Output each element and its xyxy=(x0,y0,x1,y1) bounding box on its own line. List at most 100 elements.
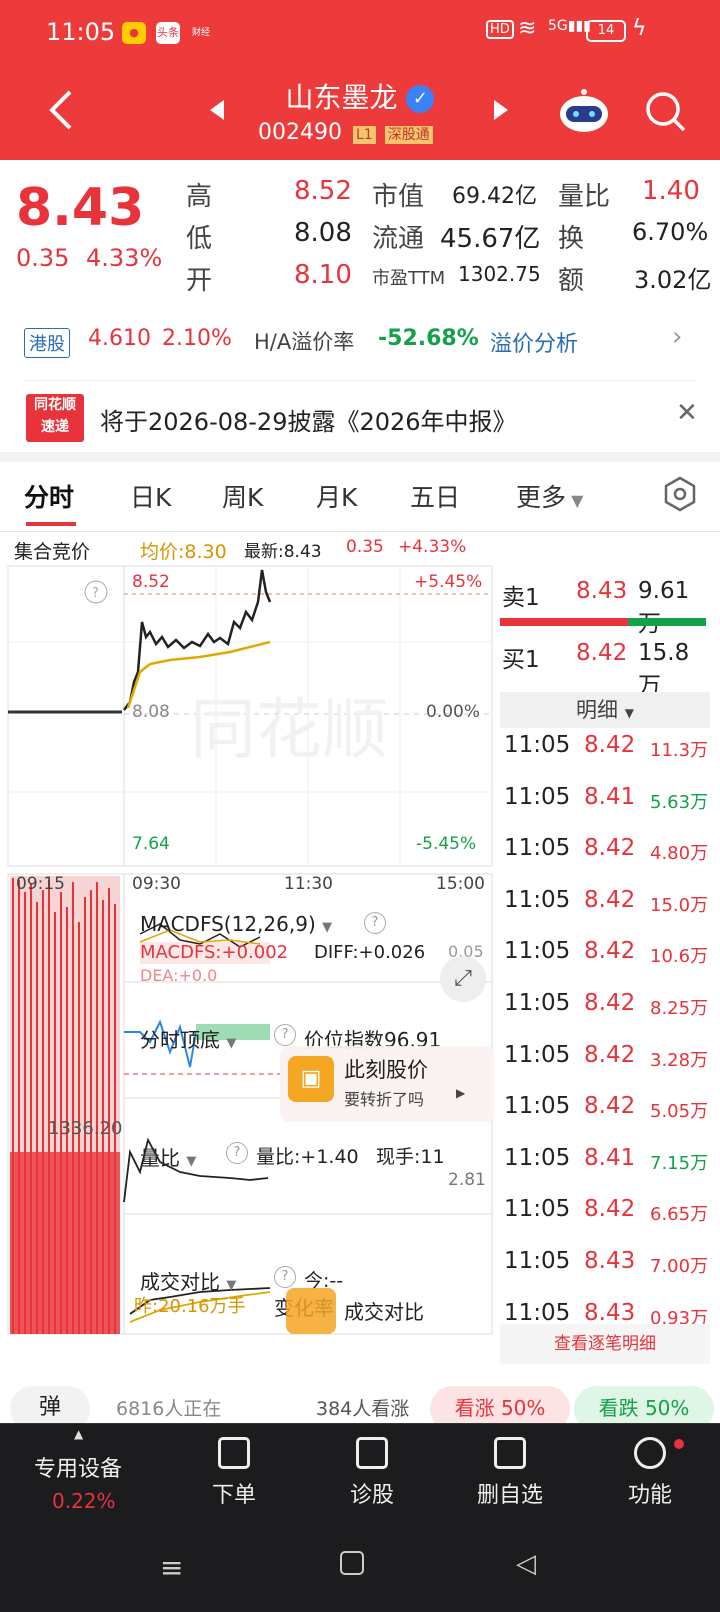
tick-volume: 8.25万 xyxy=(650,998,709,1019)
sell-bar xyxy=(500,618,628,626)
axis-low: 7.64 xyxy=(132,834,170,854)
turning-point-promo[interactable]: ▣ 此刻股价 要转折了吗 ▶ xyxy=(280,1046,494,1122)
tick-time: 11:05 xyxy=(504,1248,571,1274)
volume-axis-value: 1336.20 xyxy=(48,1118,123,1139)
watermark: 同花顺 xyxy=(190,691,388,768)
tick-price: 8.42 xyxy=(584,1093,636,1120)
tab-five-day[interactable]: 五日 xyxy=(410,478,460,514)
volume-ratio-select[interactable]: 量比 ▼ xyxy=(140,1142,196,1171)
volume-ratio-axis: 2.81 xyxy=(448,1170,486,1190)
hk-premium-row[interactable]: 港股 4.610 2.10% H/A溢价率 -52.68% 溢价分析 › xyxy=(0,318,720,368)
order-button[interactable]: 下单 xyxy=(174,1437,294,1509)
macd-value: MACDFS:+0.002 xyxy=(140,942,289,963)
tick-time: 11:05 xyxy=(504,783,571,810)
caijing-icon: 财经 xyxy=(191,28,210,38)
nav-home-icon[interactable] xyxy=(340,1551,364,1575)
tick-price: 8.42 xyxy=(584,938,636,965)
tick-price: 8.42 xyxy=(584,990,636,1016)
robot-assistant-icon[interactable] xyxy=(558,86,610,134)
help-icon[interactable]: ? xyxy=(364,912,386,934)
close-icon[interactable]: ✕ xyxy=(676,398,698,428)
order-icon xyxy=(218,1437,250,1469)
pe-label: 市盈TTM xyxy=(372,268,446,289)
expand-icon[interactable]: ⤢ xyxy=(440,956,486,1002)
settings-hexagon-icon[interactable] xyxy=(662,476,698,512)
signal-icon: 5G▮▮▮ xyxy=(548,18,591,34)
tick-price: 8.42 xyxy=(584,886,636,913)
help-icon[interactable]: ? xyxy=(274,1266,296,1288)
play-icon: ▶ xyxy=(456,1086,466,1100)
divider xyxy=(24,380,696,381)
tab-monthly-k[interactable]: 月K xyxy=(316,478,357,514)
hk-tag: 港股 xyxy=(24,328,70,358)
tick-row: 11:05 8.41 5.63万 xyxy=(504,784,709,814)
tab-weekly-k[interactable]: 周K xyxy=(222,478,263,514)
time-0915: 09:15 xyxy=(16,874,65,894)
buy1-volume: 15.8万 xyxy=(638,640,690,699)
price-change: 0.35 xyxy=(16,244,70,272)
charging-icon: ϟ xyxy=(632,16,647,41)
bullish-count: 384人看涨 xyxy=(316,1398,410,1420)
volume-compare-select[interactable]: 成交对比 ▼ xyxy=(140,1266,236,1295)
tab-daily-k[interactable]: 日K xyxy=(130,478,171,514)
low-value: 8.08 xyxy=(294,218,352,248)
remove-watchlist-button[interactable]: 删自选 xyxy=(450,1437,570,1509)
latest-price: 最新:8.43 xyxy=(244,542,322,562)
nav-back-icon[interactable]: ◁ xyxy=(516,1549,536,1579)
auction-label: 集合竞价 xyxy=(14,541,91,563)
auction-volume-bars xyxy=(10,876,120,1334)
tick-price: 8.42 xyxy=(584,1196,636,1223)
tick-price: 8.41 xyxy=(584,783,636,810)
tick-time: 11:05 xyxy=(504,1196,571,1223)
promo-title: 此刻股价 xyxy=(344,1058,428,1082)
detail-dropdown[interactable]: 明细 ▼ xyxy=(500,692,710,728)
wifi-icon: ≋ xyxy=(518,16,537,41)
pe-value: 1302.75 xyxy=(458,262,541,286)
top-bottom-select[interactable]: 分时顶底 ▼ xyxy=(140,1024,236,1053)
low-label: 低 xyxy=(186,224,213,254)
community-bar: 弹 6816人正在 384人看涨 看涨 50% 看跌 50% xyxy=(0,1380,720,1432)
bottom-toolbar: ▲ 专用设备 0.22% 下单 诊股 删自选 功能 ≡ ◁ xyxy=(0,1423,720,1612)
watching-count: 6816人正在 xyxy=(116,1398,222,1420)
next-stock-icon[interactable] xyxy=(492,98,510,122)
search-icon[interactable] xyxy=(644,90,688,134)
tick-row: 11:05 8.41 7.15万 xyxy=(504,1145,709,1175)
tick-volume: 5.05万 xyxy=(650,1101,709,1123)
tick-time: 11:05 xyxy=(504,835,571,862)
tick-row: 11:05 8.42 8.25万 xyxy=(504,990,709,1020)
diff-value: DIFF:+0.026 xyxy=(314,942,426,963)
hk-pct: 2.10% xyxy=(162,326,232,351)
sector-name[interactable]: 专用设备 xyxy=(34,1451,122,1483)
tick-row: 11:05 8.42 5.05万 xyxy=(504,1093,709,1123)
time-1130: 11:30 xyxy=(284,874,333,894)
compare-promo-text[interactable]: 成交对比 xyxy=(344,1296,424,1325)
notification-dot xyxy=(674,1439,684,1449)
diagnose-button[interactable]: 诊股 xyxy=(312,1437,432,1509)
news-banner[interactable]: 同花顺 速递 将于2026-08-29披露《2026年中报》 ✕ xyxy=(0,386,720,452)
nav-recent-icon[interactable]: ≡ xyxy=(160,1551,183,1584)
news-text[interactable]: 将于2026-08-29披露《2026年中报》 xyxy=(100,402,517,437)
function-button[interactable]: 功能 xyxy=(590,1437,710,1509)
help-icon[interactable]: ? xyxy=(226,1142,248,1164)
tick-time: 11:05 xyxy=(504,1041,571,1068)
time-0930: 09:30 xyxy=(132,874,181,894)
order-book: 卖1 8.43 9.61万 买1 8.42 15.8万 xyxy=(498,566,710,699)
dea-value: DEA:+0.0 xyxy=(140,966,218,985)
tick-row: 11:05 8.42 15.0万 xyxy=(504,887,709,917)
time-1500: 15:00 xyxy=(436,874,485,894)
tab-intraday[interactable]: 分时 xyxy=(24,478,74,514)
sz-connect-tag: 深股通 xyxy=(384,126,433,144)
tick-volume: 6.65万 xyxy=(650,1204,709,1226)
tick-volume: 15.0万 xyxy=(650,894,709,916)
tick-row: 11:05 8.43 7.00万 xyxy=(504,1248,709,1278)
turnover-value: 6.70% xyxy=(632,218,709,246)
help-icon[interactable]: ? xyxy=(274,1024,296,1046)
svg-text:?: ? xyxy=(92,586,99,601)
view-tick-detail-link[interactable]: 查看逐笔明细 xyxy=(500,1324,710,1364)
compare-promo-icon[interactable] xyxy=(286,1288,336,1334)
tab-more[interactable]: 更多 ▼ xyxy=(516,478,583,514)
macd-indicator-select[interactable]: MACDFS(12,26,9) ▼ xyxy=(140,912,332,936)
tick-price: 8.42 xyxy=(584,1041,636,1068)
status-bar: 11:05 ● 头条 财经 HD ≋ 5G▮▮▮ 14 ϟ xyxy=(0,0,720,66)
premium-analysis-link[interactable]: 溢价分析 xyxy=(490,326,578,358)
